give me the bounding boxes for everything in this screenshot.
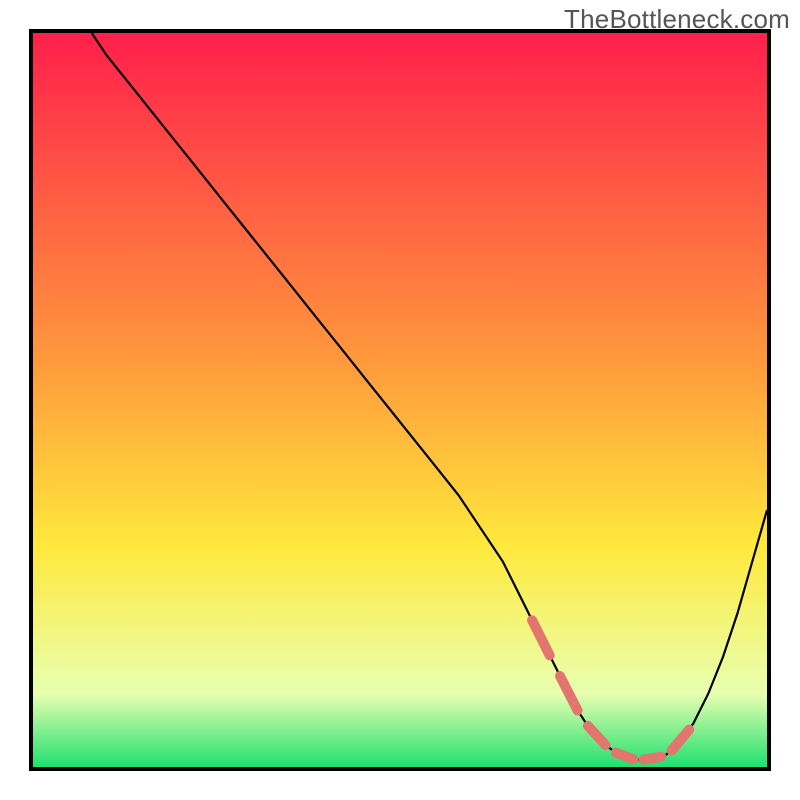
gradient-background xyxy=(33,33,767,767)
watermark-text: TheBottleneck.com xyxy=(564,4,790,35)
chart-svg xyxy=(33,33,767,767)
plot-area xyxy=(29,29,771,771)
chart-frame: TheBottleneck.com xyxy=(0,0,800,800)
